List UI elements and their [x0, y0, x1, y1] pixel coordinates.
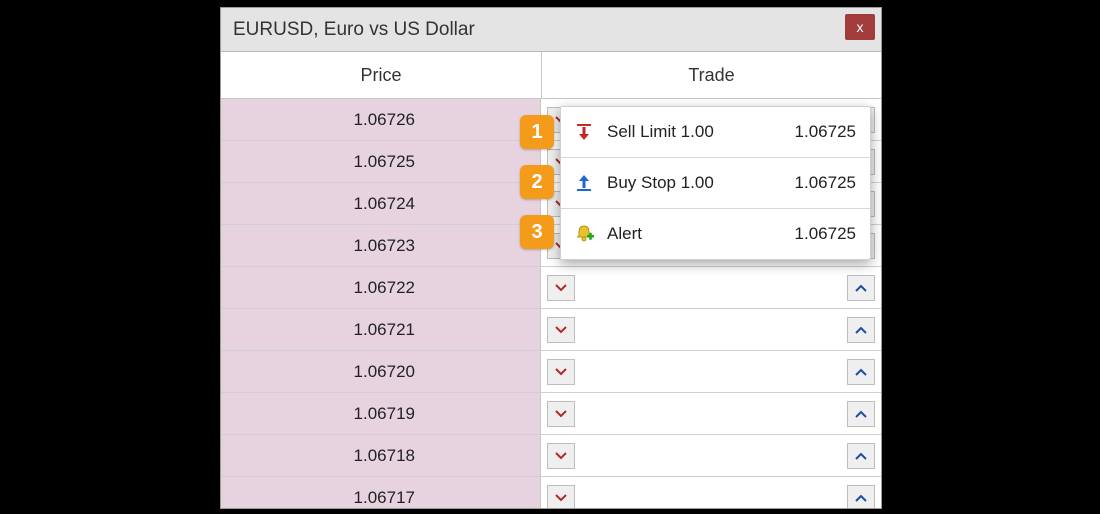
close-icon: x — [857, 19, 864, 35]
trade-cell — [541, 393, 881, 434]
price-cell: 1.06722 — [221, 267, 541, 308]
price-cell: 1.06719 — [221, 393, 541, 434]
price-cell: 1.06720 — [221, 351, 541, 392]
buy-button[interactable] — [847, 401, 875, 427]
context-menu: Sell Limit 1.00 1.06725 Buy Stop 1.00 1.… — [560, 106, 871, 260]
callout-badge-1: 1 — [520, 115, 554, 149]
chevron-down-icon — [555, 326, 567, 334]
chevron-down-icon — [555, 494, 567, 502]
buy-button[interactable] — [847, 275, 875, 301]
table-row: 1.06717 — [221, 477, 881, 509]
sell-limit-icon — [571, 123, 597, 141]
price-cell: 1.06723 — [221, 225, 541, 266]
menu-item-sell-limit[interactable]: Sell Limit 1.00 1.06725 — [561, 107, 870, 158]
sell-button[interactable] — [547, 485, 575, 510]
table-row: 1.06721 — [221, 309, 881, 351]
table-row: 1.06719 — [221, 393, 881, 435]
price-cell: 1.06721 — [221, 309, 541, 350]
callout-badge-2: 2 — [520, 165, 554, 199]
table-row: 1.06718 — [221, 435, 881, 477]
menu-item-price: 1.06725 — [795, 122, 856, 142]
callout-badge-3: 3 — [520, 215, 554, 249]
menu-item-price: 1.06725 — [795, 224, 856, 244]
price-cell: 1.06726 — [221, 99, 541, 140]
trade-cell — [541, 267, 881, 308]
close-button[interactable]: x — [845, 14, 875, 40]
chevron-down-icon — [555, 368, 567, 376]
chevron-down-icon — [555, 284, 567, 292]
sell-button[interactable] — [547, 401, 575, 427]
chevron-up-icon — [855, 368, 867, 376]
table-row: 1.06720 — [221, 351, 881, 393]
chevron-up-icon — [855, 326, 867, 334]
menu-item-alert[interactable]: Alert 1.06725 — [561, 209, 870, 259]
price-cell: 1.06724 — [221, 183, 541, 224]
chevron-up-icon — [855, 452, 867, 460]
chevron-down-icon — [555, 452, 567, 460]
column-header-row: Price Trade — [221, 52, 881, 99]
buy-button[interactable] — [847, 317, 875, 343]
sell-button[interactable] — [547, 359, 575, 385]
sell-button[interactable] — [547, 275, 575, 301]
chevron-up-icon — [855, 284, 867, 292]
alert-icon — [571, 224, 597, 244]
column-header-price: Price — [221, 52, 542, 98]
menu-item-label: Sell Limit 1.00 — [607, 122, 795, 142]
window-title: EURUSD, Euro vs US Dollar — [233, 19, 475, 41]
buy-button[interactable] — [847, 485, 875, 510]
trade-cell — [541, 309, 881, 350]
chevron-down-icon — [555, 410, 567, 418]
column-header-trade: Trade — [542, 52, 881, 98]
buy-stop-icon — [571, 174, 597, 192]
buy-button[interactable] — [847, 443, 875, 469]
trade-cell — [541, 435, 881, 476]
price-cell: 1.06717 — [221, 477, 541, 509]
menu-item-price: 1.06725 — [795, 173, 856, 193]
titlebar: EURUSD, Euro vs US Dollar x — [221, 8, 881, 52]
menu-item-label: Buy Stop 1.00 — [607, 173, 795, 193]
chevron-up-icon — [855, 494, 867, 502]
chevron-up-icon — [855, 410, 867, 418]
sell-button[interactable] — [547, 317, 575, 343]
trade-cell — [541, 477, 881, 509]
price-cell: 1.06718 — [221, 435, 541, 476]
price-cell: 1.06725 — [221, 141, 541, 182]
sell-button[interactable] — [547, 443, 575, 469]
trade-cell — [541, 351, 881, 392]
menu-item-label: Alert — [607, 224, 795, 244]
table-row: 1.06722 — [221, 267, 881, 309]
menu-item-buy-stop[interactable]: Buy Stop 1.00 1.06725 — [561, 158, 870, 209]
buy-button[interactable] — [847, 359, 875, 385]
